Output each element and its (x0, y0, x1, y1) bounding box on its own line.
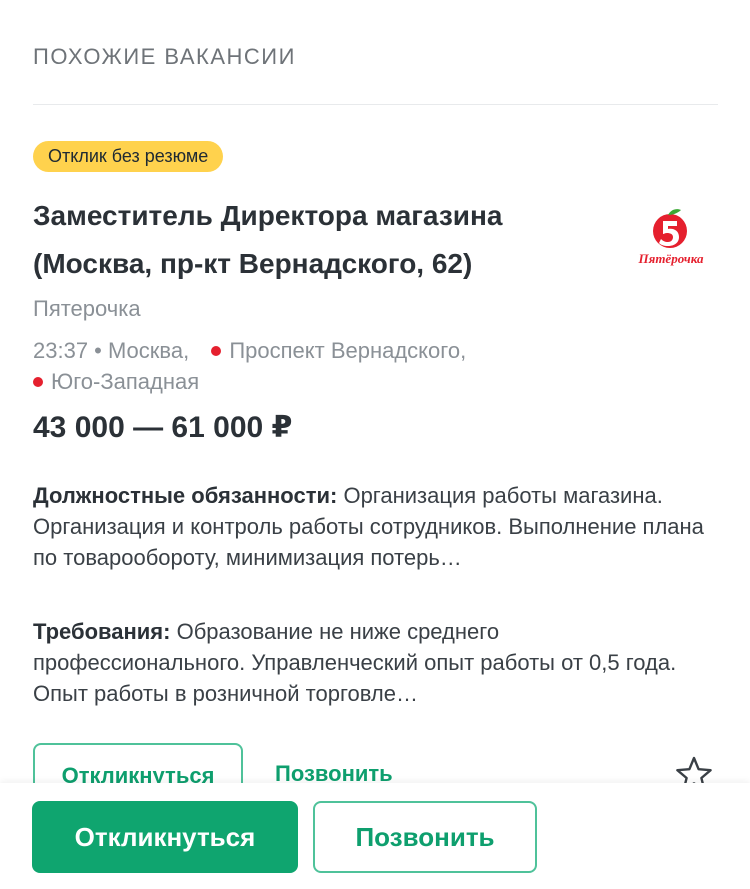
section-title: ПОХОЖИЕ ВАКАНСИИ (33, 44, 296, 69)
requirements-block: Требования: Образование не ниже среднего… (33, 616, 713, 709)
call-button[interactable]: Позвонить (313, 801, 537, 873)
duties-block: Должностные обязанности: Организация раб… (33, 480, 713, 573)
divider (33, 104, 718, 105)
respond-button[interactable]: Откликнуться (32, 801, 298, 873)
salary: 43 000 — 61 000 ₽ (33, 411, 293, 444)
metro-line-2: Юго-Западная (33, 369, 199, 395)
company-name[interactable]: Пятерочка (33, 296, 141, 322)
logo-text: Пятёрочка (638, 251, 704, 266)
no-resume-badge: Отклик без резюме (33, 141, 224, 172)
pyaterochka-logo: Пятёрочка (638, 209, 704, 266)
time-city: 23:37 • Москва, (33, 338, 190, 363)
metro-station-1: Проспект Вернадского, (229, 338, 467, 363)
time-location: 23:37 • Москва, Проспект Вернадского, (33, 338, 466, 364)
duties-label: Должностные обязанности: (33, 483, 338, 508)
metro-dot-icon (33, 377, 43, 388)
vacancy-title[interactable]: Заместитель Директора магазина (Москва, … (33, 192, 593, 288)
metro-station-2: Юго-Западная (51, 369, 200, 394)
metro-dot-icon (211, 346, 222, 357)
requirements-label: Требования: (33, 619, 171, 644)
